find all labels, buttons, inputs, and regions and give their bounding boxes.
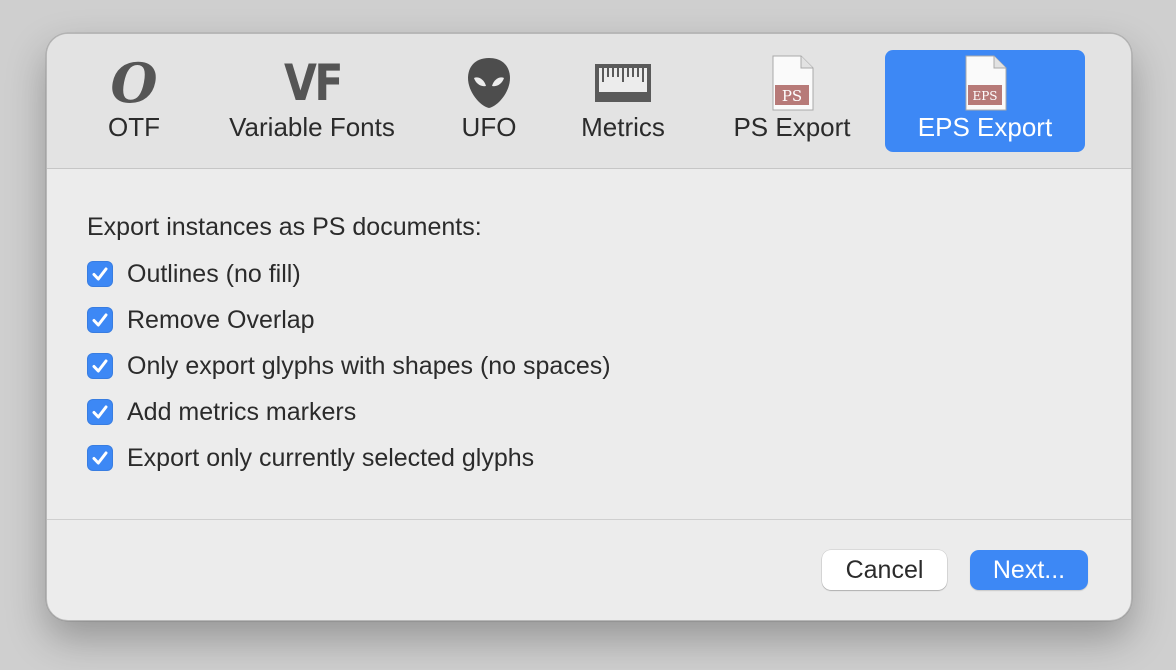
option-export-selected-glyphs[interactable]: Export only currently selected glyphs (87, 443, 534, 473)
tab-label: EPS Export (917, 112, 1053, 142)
checkbox[interactable] (87, 399, 113, 425)
option-label: Only export glyphs with shapes (no space… (127, 351, 611, 380)
ps-document-icon: PS (769, 52, 815, 114)
option-remove-overlap[interactable]: Remove Overlap (87, 305, 315, 335)
ufo-alien-icon (466, 52, 512, 114)
tab-label: UFO (461, 112, 517, 142)
checkmark-icon (92, 313, 108, 327)
option-only-glyphs-with-shapes[interactable]: Only export glyphs with shapes (no space… (87, 351, 611, 381)
option-label: Remove Overlap (127, 305, 315, 334)
checkbox[interactable] (87, 261, 113, 287)
tab-ufo[interactable]: UFO (451, 50, 527, 152)
tab-label: Variable Fonts (229, 112, 395, 142)
export-format-toolbar: O OTF VF Variable Fonts UFO Metrics PS P… (47, 34, 1131, 169)
checkmark-icon (92, 267, 108, 281)
export-dialog: O OTF VF Variable Fonts UFO Metrics PS P… (46, 33, 1132, 621)
svg-text:PS: PS (782, 87, 802, 105)
tab-eps-export[interactable]: EPS EPS Export (885, 50, 1085, 152)
checkbox[interactable] (87, 307, 113, 333)
tab-variable-fonts[interactable]: VF Variable Fonts (207, 50, 417, 152)
checkmark-icon (92, 359, 108, 373)
checkbox[interactable] (87, 445, 113, 471)
tab-label: Metrics (581, 112, 665, 142)
next-button[interactable]: Next... (970, 550, 1088, 590)
eps-document-icon: EPS (962, 52, 1008, 114)
ruler-icon (594, 52, 652, 114)
vf-icon: VF (283, 54, 343, 112)
checkmark-icon (92, 405, 108, 419)
tab-label: OTF (108, 112, 160, 142)
option-outlines[interactable]: Outlines (no fill) (87, 259, 301, 289)
otf-icon: O (110, 51, 158, 115)
tab-metrics[interactable]: Metrics (563, 50, 683, 152)
tab-ps-export[interactable]: PS PS Export (717, 50, 867, 152)
option-label: Export only currently selected glyphs (127, 443, 535, 472)
svg-text:EPS: EPS (972, 89, 997, 103)
checkmark-icon (92, 451, 108, 465)
cancel-button[interactable]: Cancel (822, 550, 947, 590)
footer-divider (47, 519, 1131, 520)
checkbox[interactable] (87, 353, 113, 379)
option-label: Outlines (no fill) (127, 259, 301, 288)
option-label: Add metrics markers (127, 397, 357, 426)
options-heading: Export instances as PS documents: (87, 213, 482, 241)
tab-otf[interactable]: O OTF (99, 50, 169, 152)
tab-label: PS Export (733, 112, 851, 142)
option-add-metrics-markers[interactable]: Add metrics markers (87, 397, 356, 427)
export-options-panel: Export instances as PS documents: Outlin… (47, 169, 1131, 519)
